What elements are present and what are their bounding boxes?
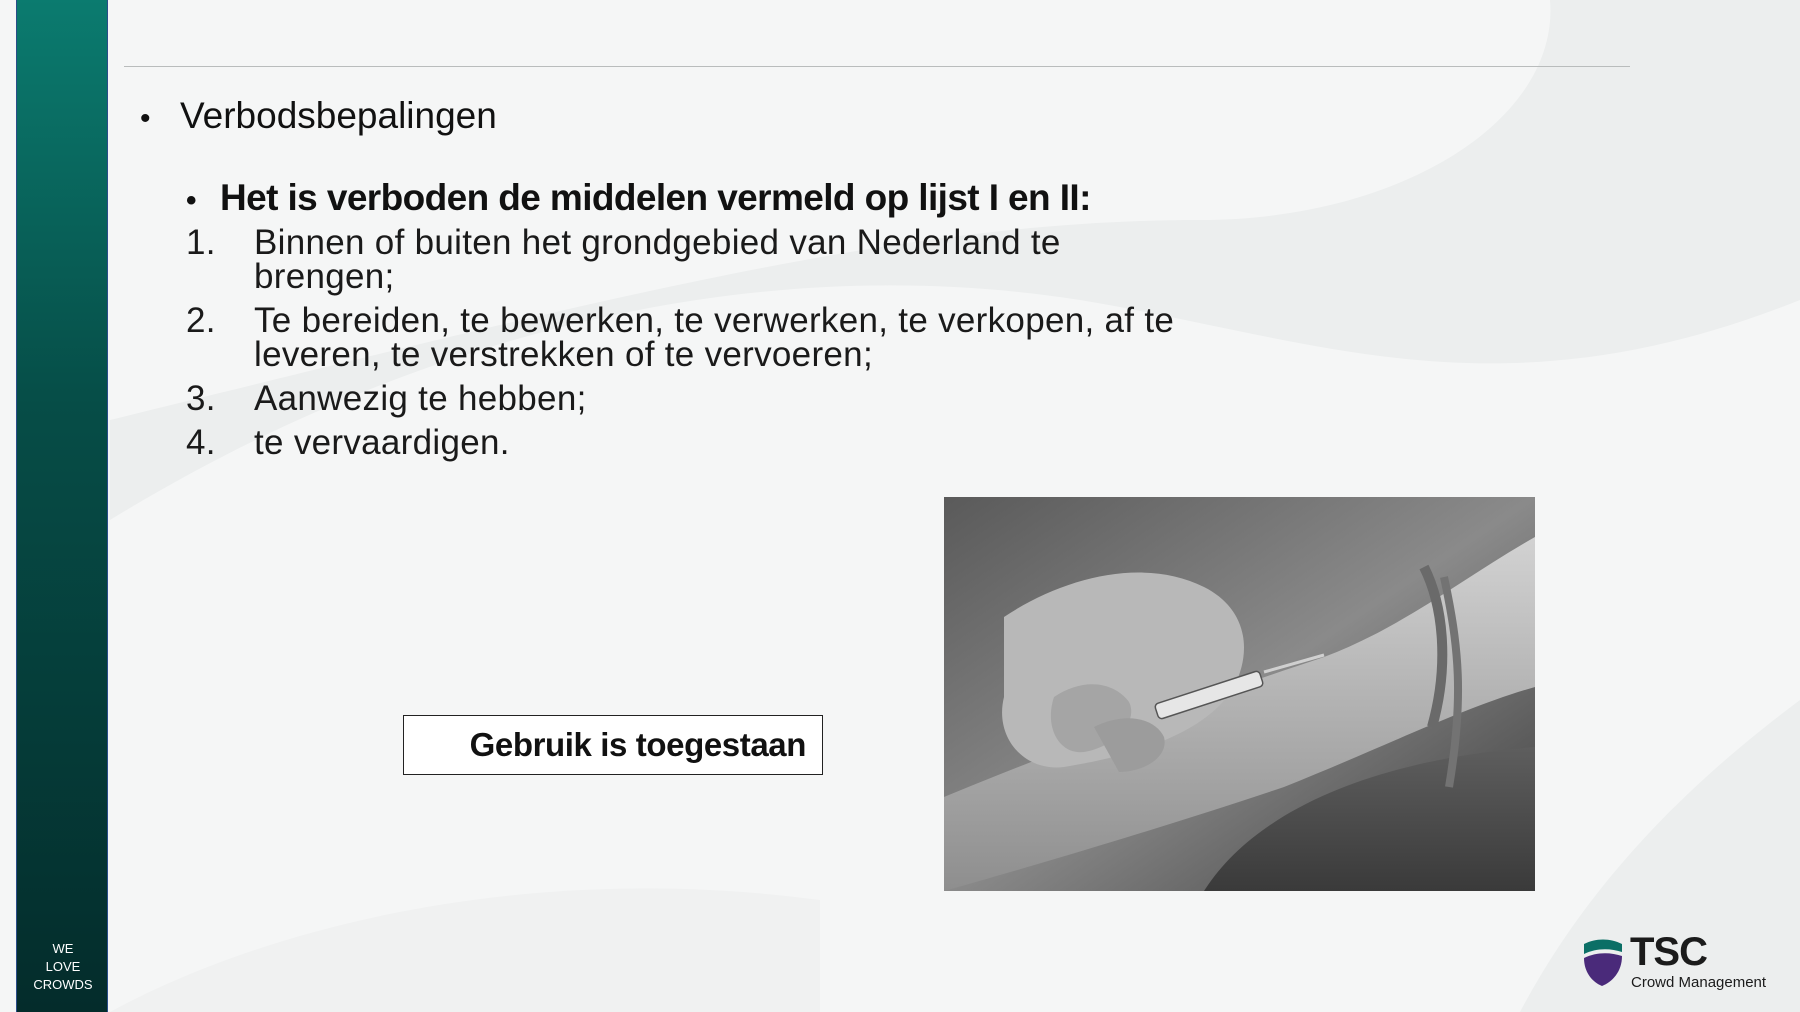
list-number: 3. xyxy=(186,379,216,418)
shield-icon xyxy=(1584,939,1622,986)
sidebar-band: WE LOVE CROWDS xyxy=(16,0,108,1012)
list-number: 1. xyxy=(186,223,216,262)
slide-heading: Verbodsbepalingen xyxy=(180,95,497,136)
sidebar-tagline: WE LOVE CROWDS xyxy=(17,940,109,994)
callout-text: Gebruik is toegestaan xyxy=(469,726,807,763)
list-text: Aanwezig te hebben; xyxy=(254,379,587,418)
list-item: 3. Aanwezig te hebben; xyxy=(186,379,1200,418)
syringe-arm-photo xyxy=(944,497,1535,891)
list-item: 4. te vervaardigen. xyxy=(186,423,1200,462)
bullet-dot-icon: • xyxy=(186,184,197,217)
slide-subheading: Het is verboden de middelen vermeld op l… xyxy=(220,177,1091,218)
tagline-line: CROWDS xyxy=(33,977,93,992)
list-item: 2. Te bereiden, te bewerken, te verwerke… xyxy=(186,301,1200,374)
tagline-line: LOVE xyxy=(45,959,81,974)
list-number: 4. xyxy=(186,423,216,462)
photo-illustration xyxy=(944,497,1535,891)
bullet-dot-icon: • xyxy=(140,102,151,135)
tagline-line: WE xyxy=(52,941,74,956)
slide-content: • Verbodsbepalingen • Het is verboden de… xyxy=(140,92,1200,460)
callout-box: Gebruik is toegestaan xyxy=(403,715,823,775)
logo-name: TSC xyxy=(1630,930,1708,974)
prohibition-list: 1. Binnen of buiten het grondgebied van … xyxy=(140,223,1200,462)
heading-bullet: • Verbodsbepalingen xyxy=(140,92,1200,143)
subheading-bullet: • Het is verboden de middelen vermeld op… xyxy=(140,175,1200,224)
list-text: Te bereiden, te bewerken, te verwerken, … xyxy=(254,301,1175,374)
list-item: 1. Binnen of buiten het grondgebied van … xyxy=(186,223,1200,296)
list-number: 2. xyxy=(186,301,216,340)
list-text: te vervaardigen. xyxy=(254,423,510,462)
list-text: Binnen of buiten het grondgebied van Ned… xyxy=(254,223,1061,296)
title-divider xyxy=(124,66,1630,67)
logo-subtitle: Crowd Management xyxy=(1631,974,1767,991)
tsc-logo: TSC Crowd Management xyxy=(1582,930,1782,996)
